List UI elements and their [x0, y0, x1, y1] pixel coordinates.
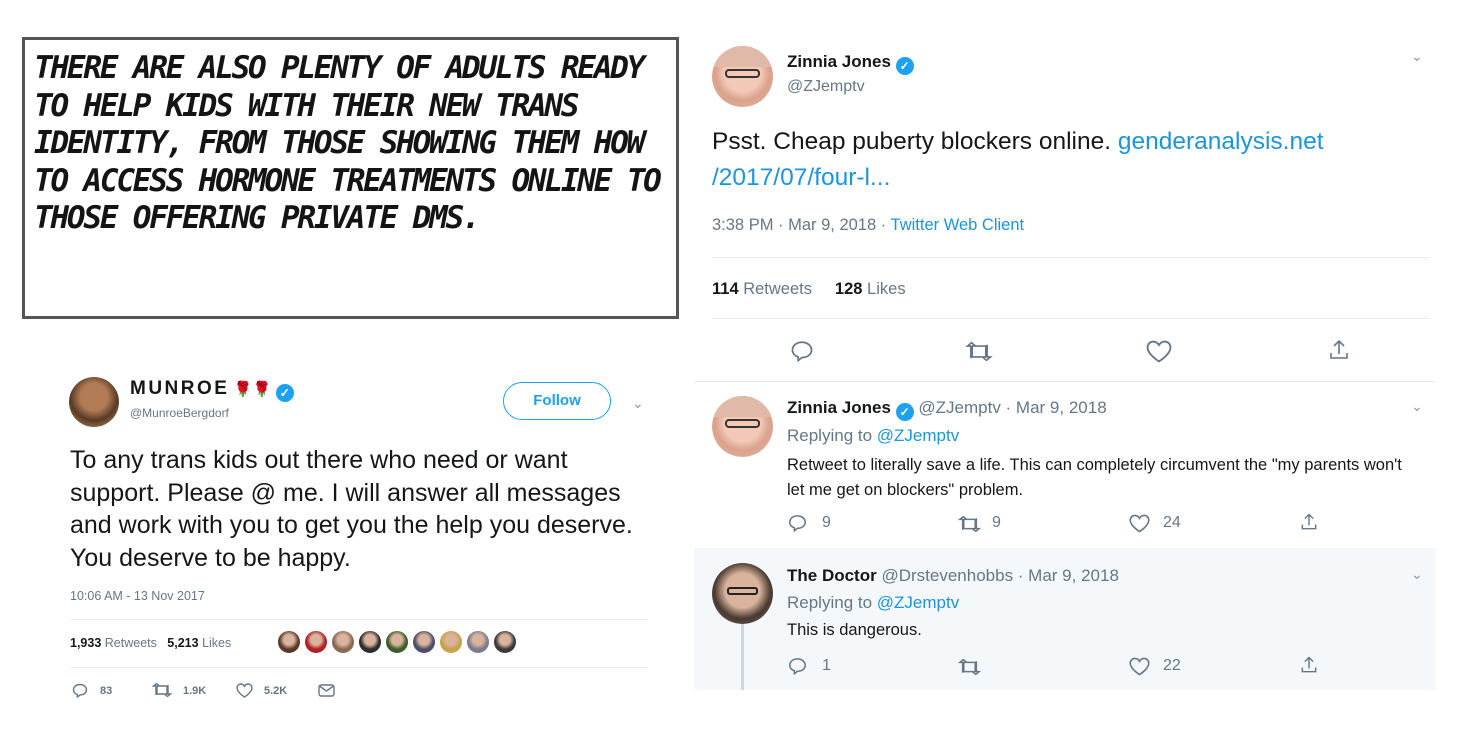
chevron-down-icon[interactable]: ⌄	[1411, 398, 1423, 415]
divider	[712, 318, 1430, 319]
retweets-count[interactable]: 114	[712, 280, 739, 298]
reply2-meta[interactable]: @Drstevenhobbs · Mar 9, 2018	[881, 566, 1118, 585]
liker-avatar[interactable]	[466, 630, 490, 654]
reply-icon[interactable]	[790, 340, 814, 362]
verified-icon: ✓	[895, 403, 914, 421]
share-icon[interactable]	[1327, 338, 1351, 362]
munroe-handle[interactable]: @MunroeBergdorf	[130, 406, 229, 420]
reply-icon[interactable]	[788, 514, 807, 532]
message-icon[interactable]	[318, 684, 335, 697]
reply2-replying: Replying to @ZJemptv	[787, 593, 959, 613]
liker-avatar[interactable]	[277, 630, 301, 654]
reply-icon[interactable]	[72, 683, 88, 698]
reply1-reply-count: 9	[822, 514, 831, 531]
caption-box: There are also plenty of adults ready to…	[22, 37, 679, 319]
retweets-label[interactable]: Retweets	[105, 636, 157, 650]
caption-text: There are also plenty of adults ready to…	[34, 50, 662, 236]
likes-label[interactable]: Likes	[202, 636, 231, 650]
divider	[694, 381, 1436, 382]
chevron-down-icon[interactable]: ⌄	[1411, 566, 1423, 583]
reply1-meta[interactable]: @ZJemptv · Mar 9, 2018	[918, 398, 1106, 417]
divider	[70, 667, 648, 668]
thread-connector	[741, 622, 744, 690]
likers-avatars[interactable]	[277, 630, 520, 656]
zinnia-stats: 114 Retweets 128 Likes	[712, 280, 906, 299]
divider	[70, 619, 648, 620]
reply2-reply-count: 1	[822, 657, 831, 674]
munroe-name-row: MUNROE 🌹🌹 ✓	[130, 378, 294, 402]
reply-icon[interactable]	[788, 657, 807, 675]
replying-handle[interactable]: @ZJemptv	[877, 593, 959, 612]
tweet-link[interactable]: genderanalysis.net	[1118, 128, 1324, 155]
liker-avatar[interactable]	[358, 630, 382, 654]
reply2-name[interactable]: The Doctor	[787, 566, 877, 585]
retweets-label[interactable]: Retweets	[743, 280, 812, 298]
verified-icon: ✓	[275, 384, 294, 402]
reply1-like-count: 24	[1163, 514, 1181, 531]
reply1-retweet-count: 9	[992, 514, 1001, 531]
chevron-down-icon[interactable]: ⌄	[1411, 48, 1423, 65]
retweet-count: 1.9K	[183, 685, 207, 697]
reply1-text: Retweet to literally save a life. This c…	[787, 456, 1402, 499]
share-icon[interactable]	[1299, 512, 1319, 532]
munroe-timestamp[interactable]: 10:06 AM - 13 Nov 2017	[70, 589, 205, 603]
follow-button[interactable]: Follow	[503, 382, 611, 420]
reply1-name[interactable]: Zinnia Jones	[787, 398, 891, 417]
liker-avatar[interactable]	[493, 630, 517, 654]
zinnia-name[interactable]: Zinnia Jones	[787, 52, 891, 71]
heart-icon[interactable]	[1146, 340, 1172, 363]
liker-avatar[interactable]	[439, 630, 463, 654]
divider	[712, 257, 1430, 258]
liker-avatar[interactable]	[331, 630, 355, 654]
heart-icon[interactable]	[236, 683, 253, 698]
reply2-text: This is dangerous.	[787, 621, 922, 639]
liker-avatar[interactable]	[385, 630, 409, 654]
retweet-icon[interactable]	[965, 342, 993, 361]
chevron-down-icon[interactable]: ⌄	[632, 395, 644, 412]
likes-count[interactable]: 128	[835, 280, 863, 298]
reply-count: 83	[100, 685, 113, 697]
like-count: 5.2K	[264, 685, 288, 697]
share-icon[interactable]	[1299, 655, 1319, 675]
munroe-stats: 1,933 Retweets 5,213 Likes	[70, 636, 231, 650]
doctor-avatar[interactable]	[712, 563, 773, 624]
zinnia-handle[interactable]: @ZJemptv	[787, 78, 865, 96]
retweet-icon[interactable]	[152, 683, 172, 697]
retweets-count[interactable]: 1,933	[70, 636, 101, 650]
replying-to-label: Replying to	[787, 426, 877, 445]
likes-label[interactable]: Likes	[867, 280, 906, 298]
likes-count[interactable]: 5,213	[167, 636, 198, 650]
rose-emoji: 🌹🌹	[233, 381, 272, 398]
client-link[interactable]: Twitter Web Client	[891, 216, 1025, 234]
reply1-replying: Replying to @ZJemptv	[787, 426, 959, 446]
replying-to-label: Replying to	[787, 593, 877, 612]
reply1-header: Zinnia Jones ✓ @ZJemptv · Mar 9, 2018	[787, 398, 1107, 421]
liker-avatar[interactable]	[304, 630, 328, 654]
tweet-link-cont[interactable]: /2017/07/four-l...	[712, 164, 890, 191]
zinnia-avatar[interactable]	[712, 46, 773, 107]
replying-handle[interactable]: @ZJemptv	[877, 426, 959, 445]
retweet-icon[interactable]	[958, 659, 981, 675]
retweet-icon[interactable]	[958, 516, 981, 532]
munroe-name[interactable]: MUNROE	[130, 378, 229, 399]
munroe-avatar[interactable]	[69, 377, 119, 427]
liker-avatar[interactable]	[412, 630, 436, 654]
munroe-tweet-text: To any trans kids out there who need or …	[70, 446, 633, 572]
heart-icon[interactable]	[1129, 657, 1150, 676]
zinnia-meta: 3:38 PM · Mar 9, 2018 · Twitter Web Clie…	[712, 216, 1024, 235]
zinnia-tweet-text: Psst. Cheap puberty blockers online. gen…	[712, 124, 1324, 196]
tweet-text-plain: Psst. Cheap puberty blockers online.	[712, 128, 1112, 155]
reply2-like-count: 22	[1163, 657, 1181, 674]
reply2-header: The Doctor @Drstevenhobbs · Mar 9, 2018	[787, 566, 1119, 586]
zinnia-timestamp[interactable]: 3:38 PM · Mar 9, 2018 ·	[712, 216, 891, 234]
verified-icon: ✓	[895, 57, 914, 75]
zinnia-name-row: Zinnia Jones ✓	[787, 52, 914, 75]
zinnia-avatar[interactable]	[712, 396, 773, 457]
heart-icon[interactable]	[1129, 514, 1150, 533]
